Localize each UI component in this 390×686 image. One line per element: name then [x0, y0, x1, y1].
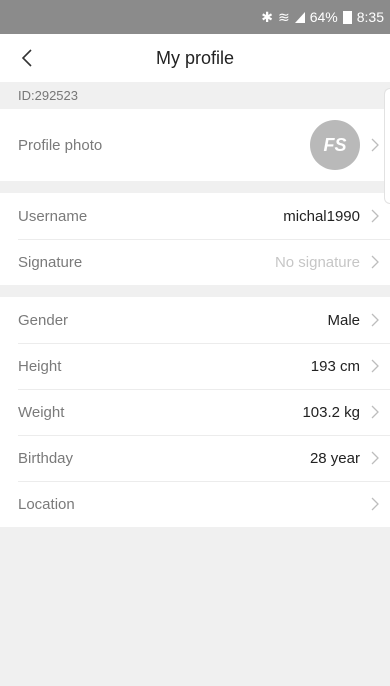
status-bar: ✱ ≋ 64% 8:35: [0, 0, 390, 34]
section-divider: [0, 181, 390, 193]
username-value: michal1990: [283, 207, 360, 225]
battery-level: 64%: [309, 9, 338, 25]
signature-value: No signature: [274, 253, 360, 271]
account-group: Username michal1990 Signature No signatu…: [0, 193, 390, 285]
clock: 8:35: [356, 9, 384, 25]
height-value: 193 cm: [310, 357, 360, 375]
gender-row[interactable]: Gender Male: [0, 297, 390, 343]
username-label: Username: [18, 207, 88, 225]
back-icon[interactable]: [18, 47, 38, 69]
page-title: My profile: [155, 47, 235, 68]
wifi-icon: ≋: [277, 8, 290, 25]
location-label: Location: [18, 495, 75, 513]
details-group: Gender Male Height 193 cm Weight 103.2 k…: [0, 297, 390, 527]
chevron-right-icon: [371, 313, 379, 327]
weight-row[interactable]: Weight 103.2 kg: [0, 389, 390, 435]
scroll-indicator: [384, 88, 390, 204]
username-row[interactable]: Username michal1990: [0, 193, 390, 239]
chevron-right-icon: [371, 497, 379, 511]
avatar: FS: [310, 120, 360, 170]
profile-photo-label: Profile photo: [18, 136, 103, 154]
avatar-logo-text: FS: [323, 135, 346, 155]
section-divider: [0, 285, 390, 297]
user-id: ID:292523: [0, 82, 390, 109]
header: My profile: [0, 34, 390, 82]
signal-icon: [294, 11, 305, 23]
signature-row[interactable]: Signature No signature: [0, 239, 390, 285]
chevron-right-icon: [371, 209, 379, 223]
location-row[interactable]: Location: [0, 481, 390, 527]
height-row[interactable]: Height 193 cm: [0, 343, 390, 389]
birthday-row[interactable]: Birthday 28 year: [0, 435, 390, 481]
signature-label: Signature: [18, 253, 83, 271]
chevron-right-icon: [371, 451, 379, 465]
birthday-value: 28 year: [309, 449, 360, 467]
chevron-right-icon: [371, 255, 379, 269]
chevron-right-icon: [371, 405, 379, 419]
profile-photo-row[interactable]: Profile photo FS: [0, 109, 390, 181]
chevron-right-icon: [371, 138, 379, 152]
battery-icon: [342, 10, 352, 24]
gender-value: Male: [327, 311, 360, 329]
weight-label: Weight: [18, 403, 65, 421]
bluetooth-icon: ✱: [261, 8, 273, 25]
avatar-logo: FS: [323, 135, 346, 155]
birthday-label: Birthday: [18, 449, 74, 467]
height-label: Height: [18, 357, 62, 375]
photo-group: Profile photo FS: [0, 109, 390, 181]
chevron-right-icon: [371, 359, 379, 373]
weight-value: 103.2 kg: [302, 403, 360, 421]
gender-label: Gender: [18, 311, 69, 329]
